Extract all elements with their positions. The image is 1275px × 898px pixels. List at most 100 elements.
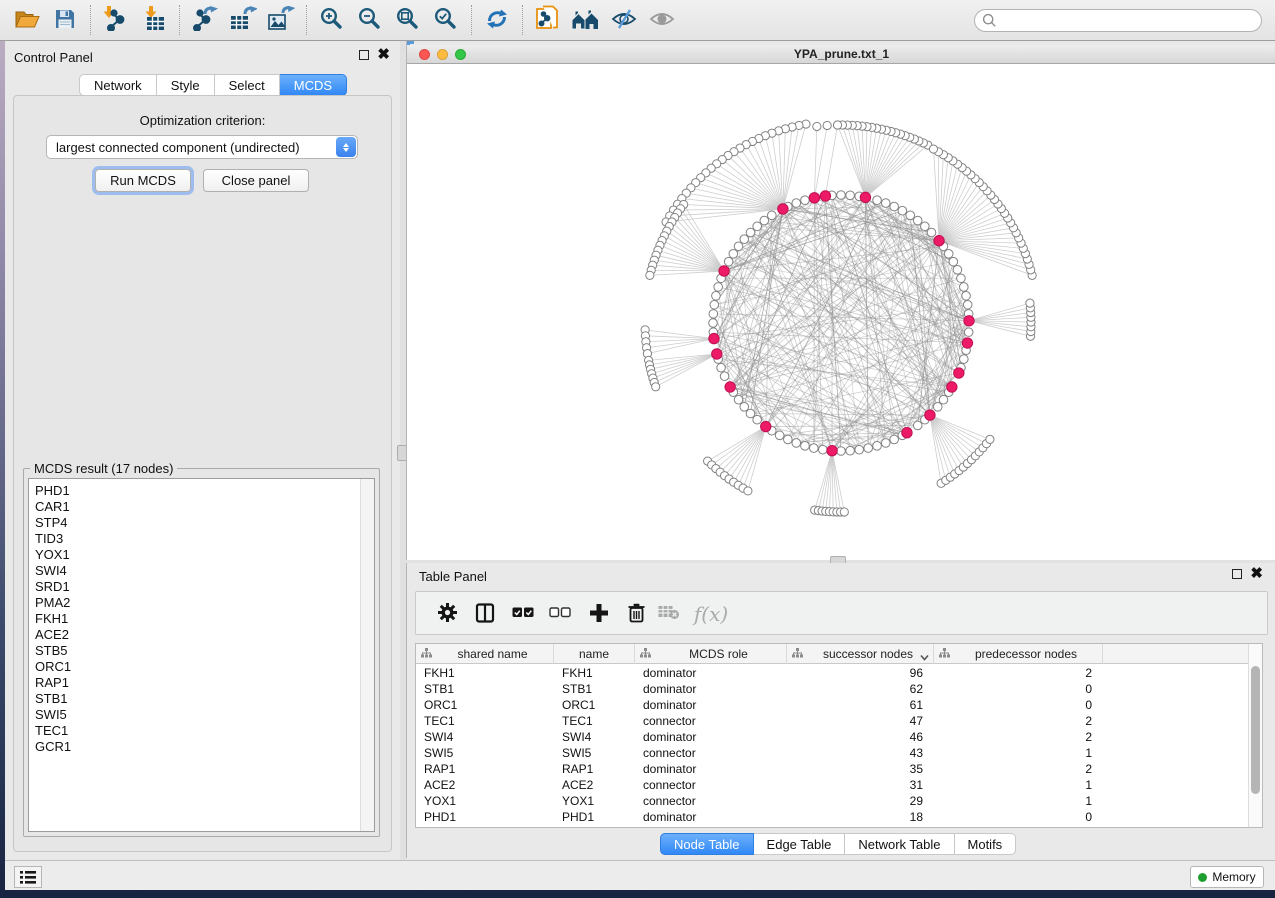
- graph-node[interactable]: [837, 447, 846, 456]
- table-row[interactable]: FKH1FKH1dominator962: [416, 665, 1248, 681]
- graph-node[interactable]: [809, 444, 818, 453]
- table-cell[interactable]: 2: [934, 761, 1103, 777]
- graph-node[interactable]: [864, 444, 873, 453]
- table-cell[interactable]: 2: [934, 713, 1103, 729]
- graph-node[interactable]: [717, 363, 726, 372]
- table-cell[interactable]: TEC1: [416, 713, 554, 729]
- graph-node[interactable]: [913, 216, 922, 225]
- graph-node[interactable]: [714, 283, 723, 292]
- network-window-titlebar[interactable]: YPA_prune.txt_1: [407, 45, 1275, 64]
- table-cell[interactable]: dominator: [635, 809, 787, 825]
- graph-node[interactable]: [962, 291, 971, 300]
- graph-leaf-node[interactable]: [813, 122, 821, 130]
- column-header-name[interactable]: name: [554, 644, 635, 664]
- graph-node[interactable]: [960, 283, 969, 292]
- table-row[interactable]: PHD1PHD1dominator180: [416, 809, 1248, 825]
- select-all-button[interactable]: [508, 592, 538, 636]
- graph-node[interactable]: [927, 228, 936, 237]
- table-cell[interactable]: dominator: [635, 729, 787, 745]
- result-node-item[interactable]: RAP1: [29, 675, 359, 691]
- show-panel-button[interactable]: [643, 3, 681, 37]
- table-cell[interactable]: FKH1: [554, 665, 635, 681]
- table-cell[interactable]: SWI5: [554, 745, 635, 761]
- table-cell[interactable]: STB1: [416, 681, 554, 697]
- graph-node[interactable]: [746, 409, 755, 418]
- graph-hub-node[interactable]: [827, 445, 837, 455]
- graph-hub-node[interactable]: [725, 382, 735, 392]
- export-network-button[interactable]: [186, 3, 224, 37]
- graph-node[interactable]: [960, 355, 969, 364]
- table-cell[interactable]: PHD1: [554, 809, 635, 825]
- table-cell[interactable]: SWI4: [554, 729, 635, 745]
- graph-node[interactable]: [913, 421, 922, 430]
- graph-node[interactable]: [953, 266, 962, 275]
- table-cell[interactable]: FKH1: [416, 665, 554, 681]
- graph-leaf-node[interactable]: [833, 121, 841, 129]
- tab-network[interactable]: Network: [79, 74, 157, 96]
- result-node-item[interactable]: TEC1: [29, 723, 359, 739]
- graph-node[interactable]: [784, 435, 793, 444]
- result-node-item[interactable]: ORC1: [29, 659, 359, 675]
- graph-hub-node[interactable]: [719, 266, 729, 276]
- result-node-item[interactable]: YOX1: [29, 547, 359, 563]
- window-close-button[interactable]: [419, 49, 430, 60]
- column-header-MCDS-role[interactable]: MCDS role: [635, 644, 787, 664]
- table-cell[interactable]: 62: [787, 681, 934, 697]
- graph-node[interactable]: [709, 319, 718, 328]
- tab-edge-table[interactable]: Edge Table: [754, 833, 846, 855]
- graph-node[interactable]: [846, 191, 855, 200]
- graph-node[interactable]: [720, 372, 729, 381]
- search-input[interactable]: [974, 9, 1262, 32]
- table-cell[interactable]: TEC1: [554, 713, 635, 729]
- graph-hub-node[interactable]: [925, 410, 935, 420]
- table-cell[interactable]: SWI5: [416, 745, 554, 761]
- table-cell[interactable]: 46: [787, 729, 934, 745]
- graph-node[interactable]: [818, 445, 827, 454]
- graph-node[interactable]: [740, 235, 749, 244]
- graph-node[interactable]: [724, 257, 733, 266]
- graph-node[interactable]: [734, 242, 743, 251]
- close-panel-icon[interactable]: ✖: [1250, 569, 1263, 579]
- graph-node[interactable]: [949, 257, 958, 266]
- graph-node[interactable]: [753, 222, 762, 231]
- close-panel-button[interactable]: Close panel: [203, 169, 309, 192]
- table-cell[interactable]: 31: [787, 777, 934, 793]
- result-list-scrollbar[interactable]: [360, 479, 374, 831]
- graph-hub-node[interactable]: [962, 338, 972, 348]
- graph-node[interactable]: [837, 191, 846, 200]
- graph-leaf-node[interactable]: [929, 145, 937, 153]
- graph-hub-node[interactable]: [820, 191, 830, 201]
- table-cell[interactable]: PHD1: [416, 809, 554, 825]
- graph-node[interactable]: [873, 196, 882, 205]
- table-cell[interactable]: 2: [934, 665, 1103, 681]
- table-cell[interactable]: YOX1: [416, 793, 554, 809]
- result-node-item[interactable]: ACE2: [29, 627, 359, 643]
- graph-node[interactable]: [881, 439, 890, 448]
- graph-node[interactable]: [964, 328, 973, 337]
- table-row[interactable]: YOX1YOX1connector291: [416, 793, 1248, 809]
- result-node-item[interactable]: GCR1: [29, 739, 359, 755]
- graph-hub-node[interactable]: [860, 192, 870, 202]
- result-node-item[interactable]: STB1: [29, 691, 359, 707]
- table-row[interactable]: RAP1RAP1dominator352: [416, 761, 1248, 777]
- graph-node[interactable]: [933, 403, 942, 412]
- table-cell[interactable]: connector: [635, 745, 787, 761]
- table-cell[interactable]: dominator: [635, 697, 787, 713]
- graph-node[interactable]: [734, 395, 743, 404]
- table-scrollbar[interactable]: [1248, 644, 1262, 827]
- table-settings-button[interactable]: [432, 592, 462, 636]
- delete-column-button[interactable]: [621, 592, 651, 636]
- table-cell[interactable]: SWI4: [416, 729, 554, 745]
- table-row[interactable]: STB1STB1dominator620: [416, 681, 1248, 697]
- table-cell[interactable]: dominator: [635, 681, 787, 697]
- column-header-successor-nodes[interactable]: successor nodes: [787, 644, 934, 664]
- graph-hub-node[interactable]: [934, 236, 944, 246]
- export-image-button[interactable]: [262, 3, 300, 37]
- table-cell[interactable]: ACE2: [554, 777, 635, 793]
- graph-node[interactable]: [753, 415, 762, 424]
- tab-style[interactable]: Style: [157, 74, 215, 96]
- table-cell[interactable]: 18: [787, 809, 934, 825]
- graph-leaf-node[interactable]: [652, 383, 660, 391]
- column-header-predecessor-nodes[interactable]: predecessor nodes: [934, 644, 1103, 664]
- graph-node[interactable]: [792, 439, 801, 448]
